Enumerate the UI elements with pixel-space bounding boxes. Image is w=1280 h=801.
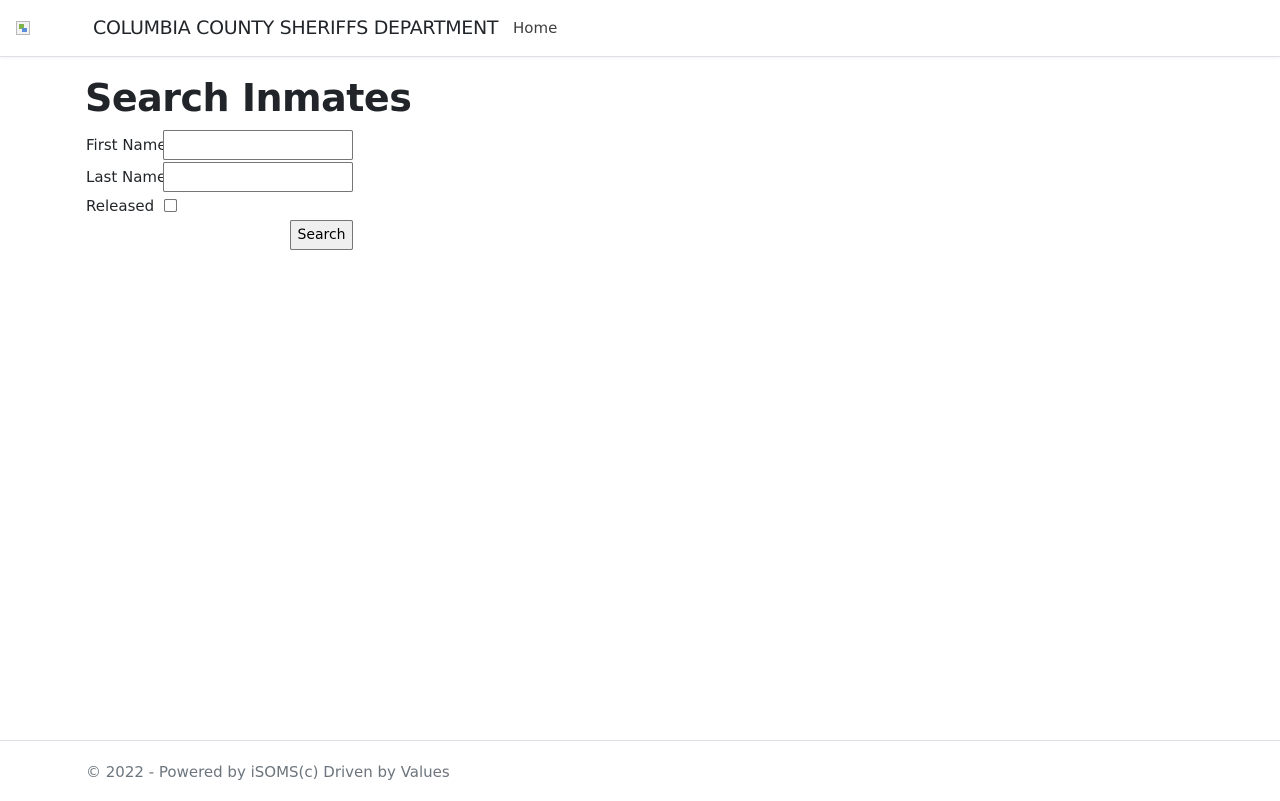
nav-link-home[interactable]: Home <box>513 18 557 38</box>
last-name-label: Last Name <box>86 168 167 186</box>
footer: © 2022 - Powered by iSOMS(c) Driven by V… <box>0 740 1280 801</box>
released-checkbox[interactable] <box>164 199 177 212</box>
first-name-label: First Name <box>86 136 167 154</box>
search-button[interactable]: Search <box>290 220 353 250</box>
last-name-input[interactable] <box>163 162 353 192</box>
brand-link[interactable]: COLUMBIA COUNTY SHERIFFS DEPARTMENT <box>93 16 499 40</box>
page-title: Search Inmates <box>85 76 412 120</box>
broken-image-icon[interactable] <box>16 21 30 35</box>
released-label: Released <box>86 197 155 215</box>
navbar: COLUMBIA COUNTY SHERIFFS DEPARTMENT Home <box>0 0 1280 57</box>
footer-copyright: © 2022 - Powered by iSOMS(c) Driven by V… <box>86 763 450 781</box>
first-name-input[interactable] <box>163 130 353 160</box>
